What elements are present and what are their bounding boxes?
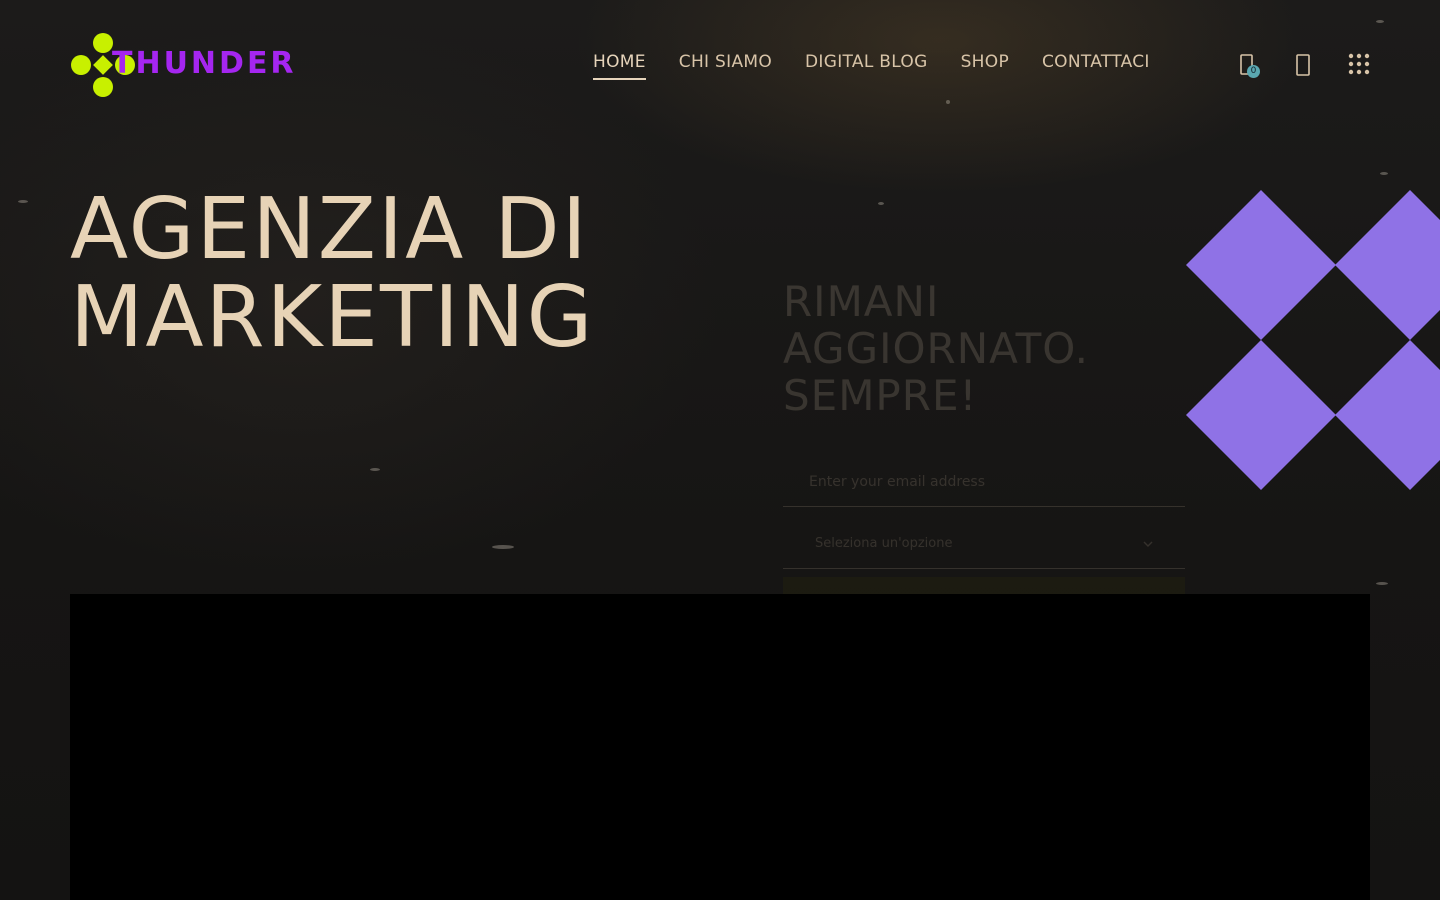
- background-speck: [18, 200, 28, 203]
- background-speck: [1376, 582, 1388, 585]
- option-select-value: Seleziona un'opzione: [815, 536, 953, 551]
- background-speck: [370, 468, 380, 471]
- hero-title: AGENZIA DI MARKETING: [70, 186, 710, 362]
- nav-item-digital-blog[interactable]: DIGITAL BLOG: [805, 52, 928, 80]
- background-speck: [492, 545, 514, 549]
- nav-item-contattaci[interactable]: CONTATTACI: [1042, 52, 1150, 80]
- background-speck: [878, 202, 884, 205]
- logo[interactable]: THUNDER: [70, 32, 310, 98]
- email-input[interactable]: [783, 457, 1185, 507]
- diamond-shape: [1335, 340, 1440, 490]
- chevron-down-icon: [1143, 541, 1153, 547]
- header-tools: 0: [1238, 52, 1373, 80]
- diamond-shape: [1335, 190, 1440, 340]
- decorative-diamonds: [1186, 190, 1440, 490]
- logo-text: THUNDER: [112, 46, 297, 81]
- menu-button[interactable]: [1348, 52, 1372, 82]
- option-select[interactable]: Seleziona un'opzione: [783, 519, 1185, 569]
- nav-item-shop[interactable]: SHOP: [961, 52, 1009, 80]
- newsletter-title-line-2: AGGIORNATO.: [783, 324, 1089, 373]
- cart-button[interactable]: 0: [1238, 52, 1260, 82]
- page: THUNDER HOME CHI SIAMO DIGITAL BLOG SHOP…: [0, 0, 1440, 900]
- diamond-shape: [1186, 190, 1336, 340]
- nav-item-home[interactable]: HOME: [593, 52, 646, 80]
- background-speck: [1380, 172, 1388, 175]
- hero-title-line-2: MARKETING: [70, 268, 595, 367]
- grid-menu-icon: [1348, 53, 1370, 75]
- nav-item-chi-siamo[interactable]: CHI SIAMO: [679, 52, 772, 80]
- newsletter-title: RIMANI AGGIORNATO. SEMPRE!: [783, 278, 1185, 419]
- user-icon: [1296, 54, 1310, 76]
- newsletter-title-line-3: SEMPRE!: [783, 371, 978, 420]
- diamond-shape: [1186, 340, 1336, 490]
- account-button[interactable]: [1294, 52, 1314, 82]
- newsletter-panel: RIMANI AGGIORNATO. SEMPRE! Seleziona un'…: [783, 278, 1185, 632]
- cart-count-badge: 0: [1247, 65, 1260, 78]
- hero-video[interactable]: [70, 594, 1370, 900]
- newsletter-title-line-1: RIMANI: [783, 277, 940, 326]
- hero-title-line-1: AGENZIA DI: [70, 180, 589, 279]
- site-header: THUNDER HOME CHI SIAMO DIGITAL BLOG SHOP…: [0, 0, 1440, 130]
- main-nav: HOME CHI SIAMO DIGITAL BLOG SHOP CONTATT…: [593, 52, 1150, 80]
